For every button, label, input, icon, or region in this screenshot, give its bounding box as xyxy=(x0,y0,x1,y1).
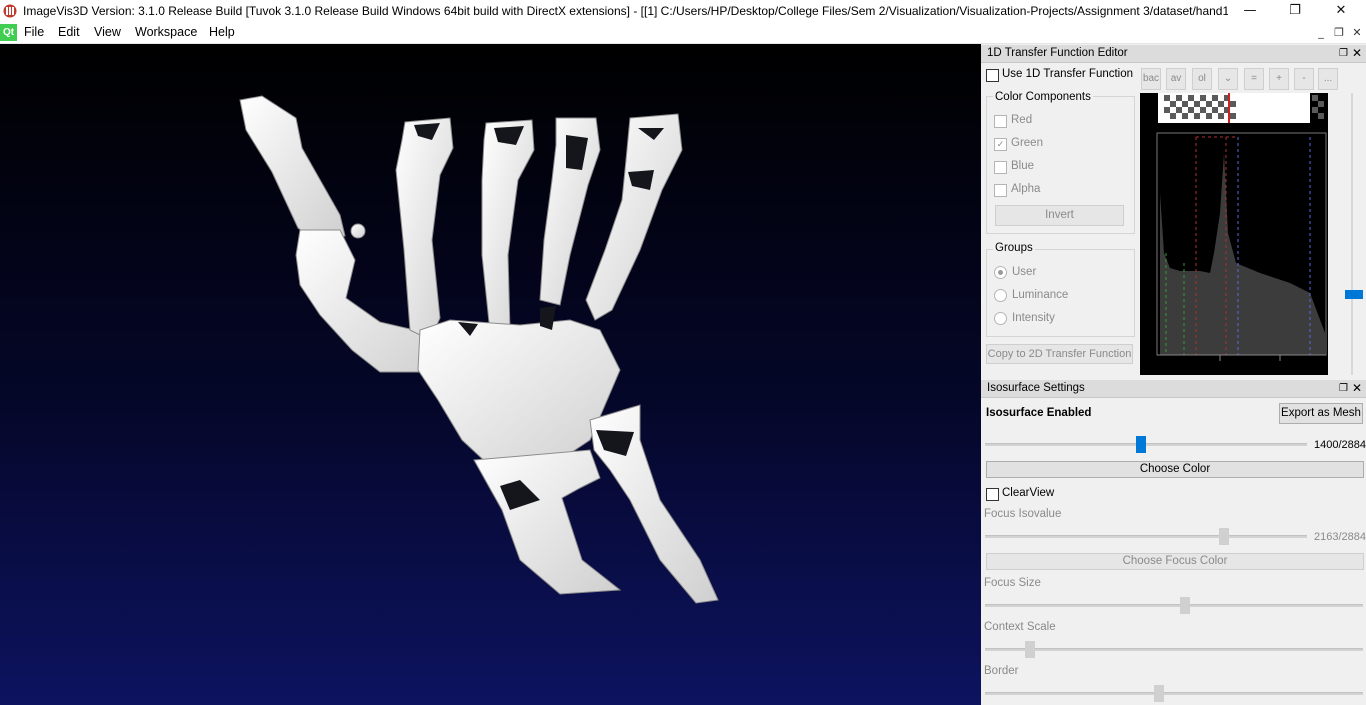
groups-title: Groups xyxy=(993,242,1035,254)
group-intensity-label: Intensity xyxy=(1012,312,1055,324)
export-as-mesh-button[interactable]: Export as Mesh xyxy=(1279,403,1363,424)
isosurface-title: Isosurface Settings xyxy=(987,382,1085,394)
group-luminance-label: Luminance xyxy=(1012,289,1069,301)
focus-isovalue-slider-handle[interactable] xyxy=(1219,528,1229,545)
focus-isovalue-readout: 2163/2884 xyxy=(1314,531,1366,543)
mdi-minimize-button[interactable]: _ xyxy=(1313,25,1329,41)
close-dock-icon[interactable]: ✕ xyxy=(1346,45,1362,62)
context-scale-label: Context Scale xyxy=(984,621,1056,633)
clearview-label: ClearView xyxy=(1002,487,1055,499)
menu-view[interactable]: View xyxy=(94,25,121,39)
tf-tool-equal-button[interactable]: = xyxy=(1244,68,1264,90)
isovalue-readout: 1400/2884 xyxy=(1314,439,1366,451)
context-scale-slider-handle[interactable] xyxy=(1025,641,1036,658)
tf-tool-background-button[interactable]: bac xyxy=(1141,68,1161,90)
menu-help[interactable]: Help xyxy=(209,25,235,39)
green-label: Green xyxy=(1011,137,1043,149)
invert-button[interactable]: Invert xyxy=(995,205,1124,226)
tf-editor-title-bar: 1D Transfer Function Editor ❐ ✕ xyxy=(981,45,1366,63)
tf-vertical-slider-track[interactable] xyxy=(1351,93,1353,375)
tf-tool-plus-button[interactable]: + xyxy=(1269,68,1289,90)
tf-editor-title: 1D Transfer Function Editor xyxy=(987,47,1128,59)
color-components-title: Color Components xyxy=(993,91,1093,103)
focus-isovalue-slider-track[interactable] xyxy=(985,535,1307,538)
isosurface-dock: Isosurface Settings ❐ ✕ Isosurface Enabl… xyxy=(981,380,1366,705)
qt-logo-icon: Qt xyxy=(0,24,17,41)
context-scale-slider-track[interactable] xyxy=(985,648,1363,651)
window-title: ImageVis3D Version: 3.1.0 Release Build … xyxy=(23,4,1228,18)
imagevis3d-app-icon xyxy=(3,4,17,18)
use-1d-tf-checkbox[interactable] xyxy=(986,69,999,82)
minimize-button[interactable]: — xyxy=(1227,0,1273,23)
close-dock-icon[interactable]: ✕ xyxy=(1346,380,1362,397)
border-label: Border xyxy=(984,665,1019,677)
tf-tool-average-button[interactable]: av xyxy=(1166,68,1186,90)
red-checkbox[interactable] xyxy=(994,115,1007,128)
alpha-checkbox[interactable] xyxy=(994,184,1007,197)
alpha-label: Alpha xyxy=(1011,183,1041,195)
blue-checkbox[interactable] xyxy=(994,161,1007,174)
tf-vertical-slider-handle[interactable] xyxy=(1345,290,1363,299)
hand-bones-render xyxy=(239,95,719,604)
checkerboard-strip xyxy=(1158,93,1324,123)
copy-to-2d-tf-button[interactable]: Copy to 2D Transfer Function xyxy=(986,344,1133,364)
tf-editor-dock: 1D Transfer Function Editor ❐ ✕ Use 1D T… xyxy=(981,45,1366,380)
group-user-label: User xyxy=(1012,266,1037,278)
title-bar: ImageVis3D Version: 3.1.0 Release Build … xyxy=(0,0,1366,23)
focus-isovalue-label: Focus Isovalue xyxy=(984,508,1062,520)
focus-size-slider-handle[interactable] xyxy=(1180,597,1191,614)
isosurface-title-bar: Isosurface Settings ❐ ✕ xyxy=(981,380,1366,398)
tf-tool-minus-button[interactable]: - xyxy=(1294,68,1314,90)
render-viewport[interactable] xyxy=(0,44,981,705)
use-1d-tf-label: Use 1D Transfer Function xyxy=(1002,68,1134,80)
isosurface-enabled-label: Isosurface Enabled xyxy=(986,407,1092,419)
border-slider-track[interactable] xyxy=(985,692,1363,695)
menu-workspace[interactable]: Workspace xyxy=(135,25,197,39)
border-slider-handle[interactable] xyxy=(1154,685,1165,702)
menu-bar: Qt File Edit View Workspace Help _ ❐ ✕ xyxy=(0,23,1366,44)
mdi-restore-button[interactable]: ❐ xyxy=(1331,25,1347,41)
group-luminance-radio[interactable] xyxy=(994,289,1007,302)
menu-edit[interactable]: Edit xyxy=(58,25,80,39)
isovalue-slider-handle[interactable] xyxy=(1136,436,1147,453)
choose-focus-color-button[interactable]: Choose Focus Color xyxy=(986,553,1364,570)
restore-button[interactable]: ❐ xyxy=(1272,0,1318,23)
tf-tool-dropdown-button[interactable]: ⌄ xyxy=(1218,68,1238,90)
group-user-radio[interactable] xyxy=(994,266,1007,279)
tf-tool-more-button[interactable]: ... xyxy=(1318,68,1338,90)
red-label: Red xyxy=(1011,114,1033,126)
menu-file[interactable]: File xyxy=(24,25,44,39)
close-window-button[interactable]: ✕ xyxy=(1318,0,1364,23)
tf-tool-color-button[interactable]: ol xyxy=(1192,68,1212,90)
mdi-close-button[interactable]: ✕ xyxy=(1349,25,1365,41)
tf-histogram-canvas[interactable] xyxy=(1140,93,1328,375)
group-intensity-radio[interactable] xyxy=(994,312,1007,325)
focus-size-slider-track[interactable] xyxy=(985,604,1363,607)
choose-color-button[interactable]: Choose Color xyxy=(986,461,1364,478)
clearview-checkbox[interactable] xyxy=(986,488,999,501)
focus-size-label: Focus Size xyxy=(984,577,1041,589)
blue-label: Blue xyxy=(1011,160,1035,172)
green-checkbox[interactable]: ✓ xyxy=(994,138,1007,151)
